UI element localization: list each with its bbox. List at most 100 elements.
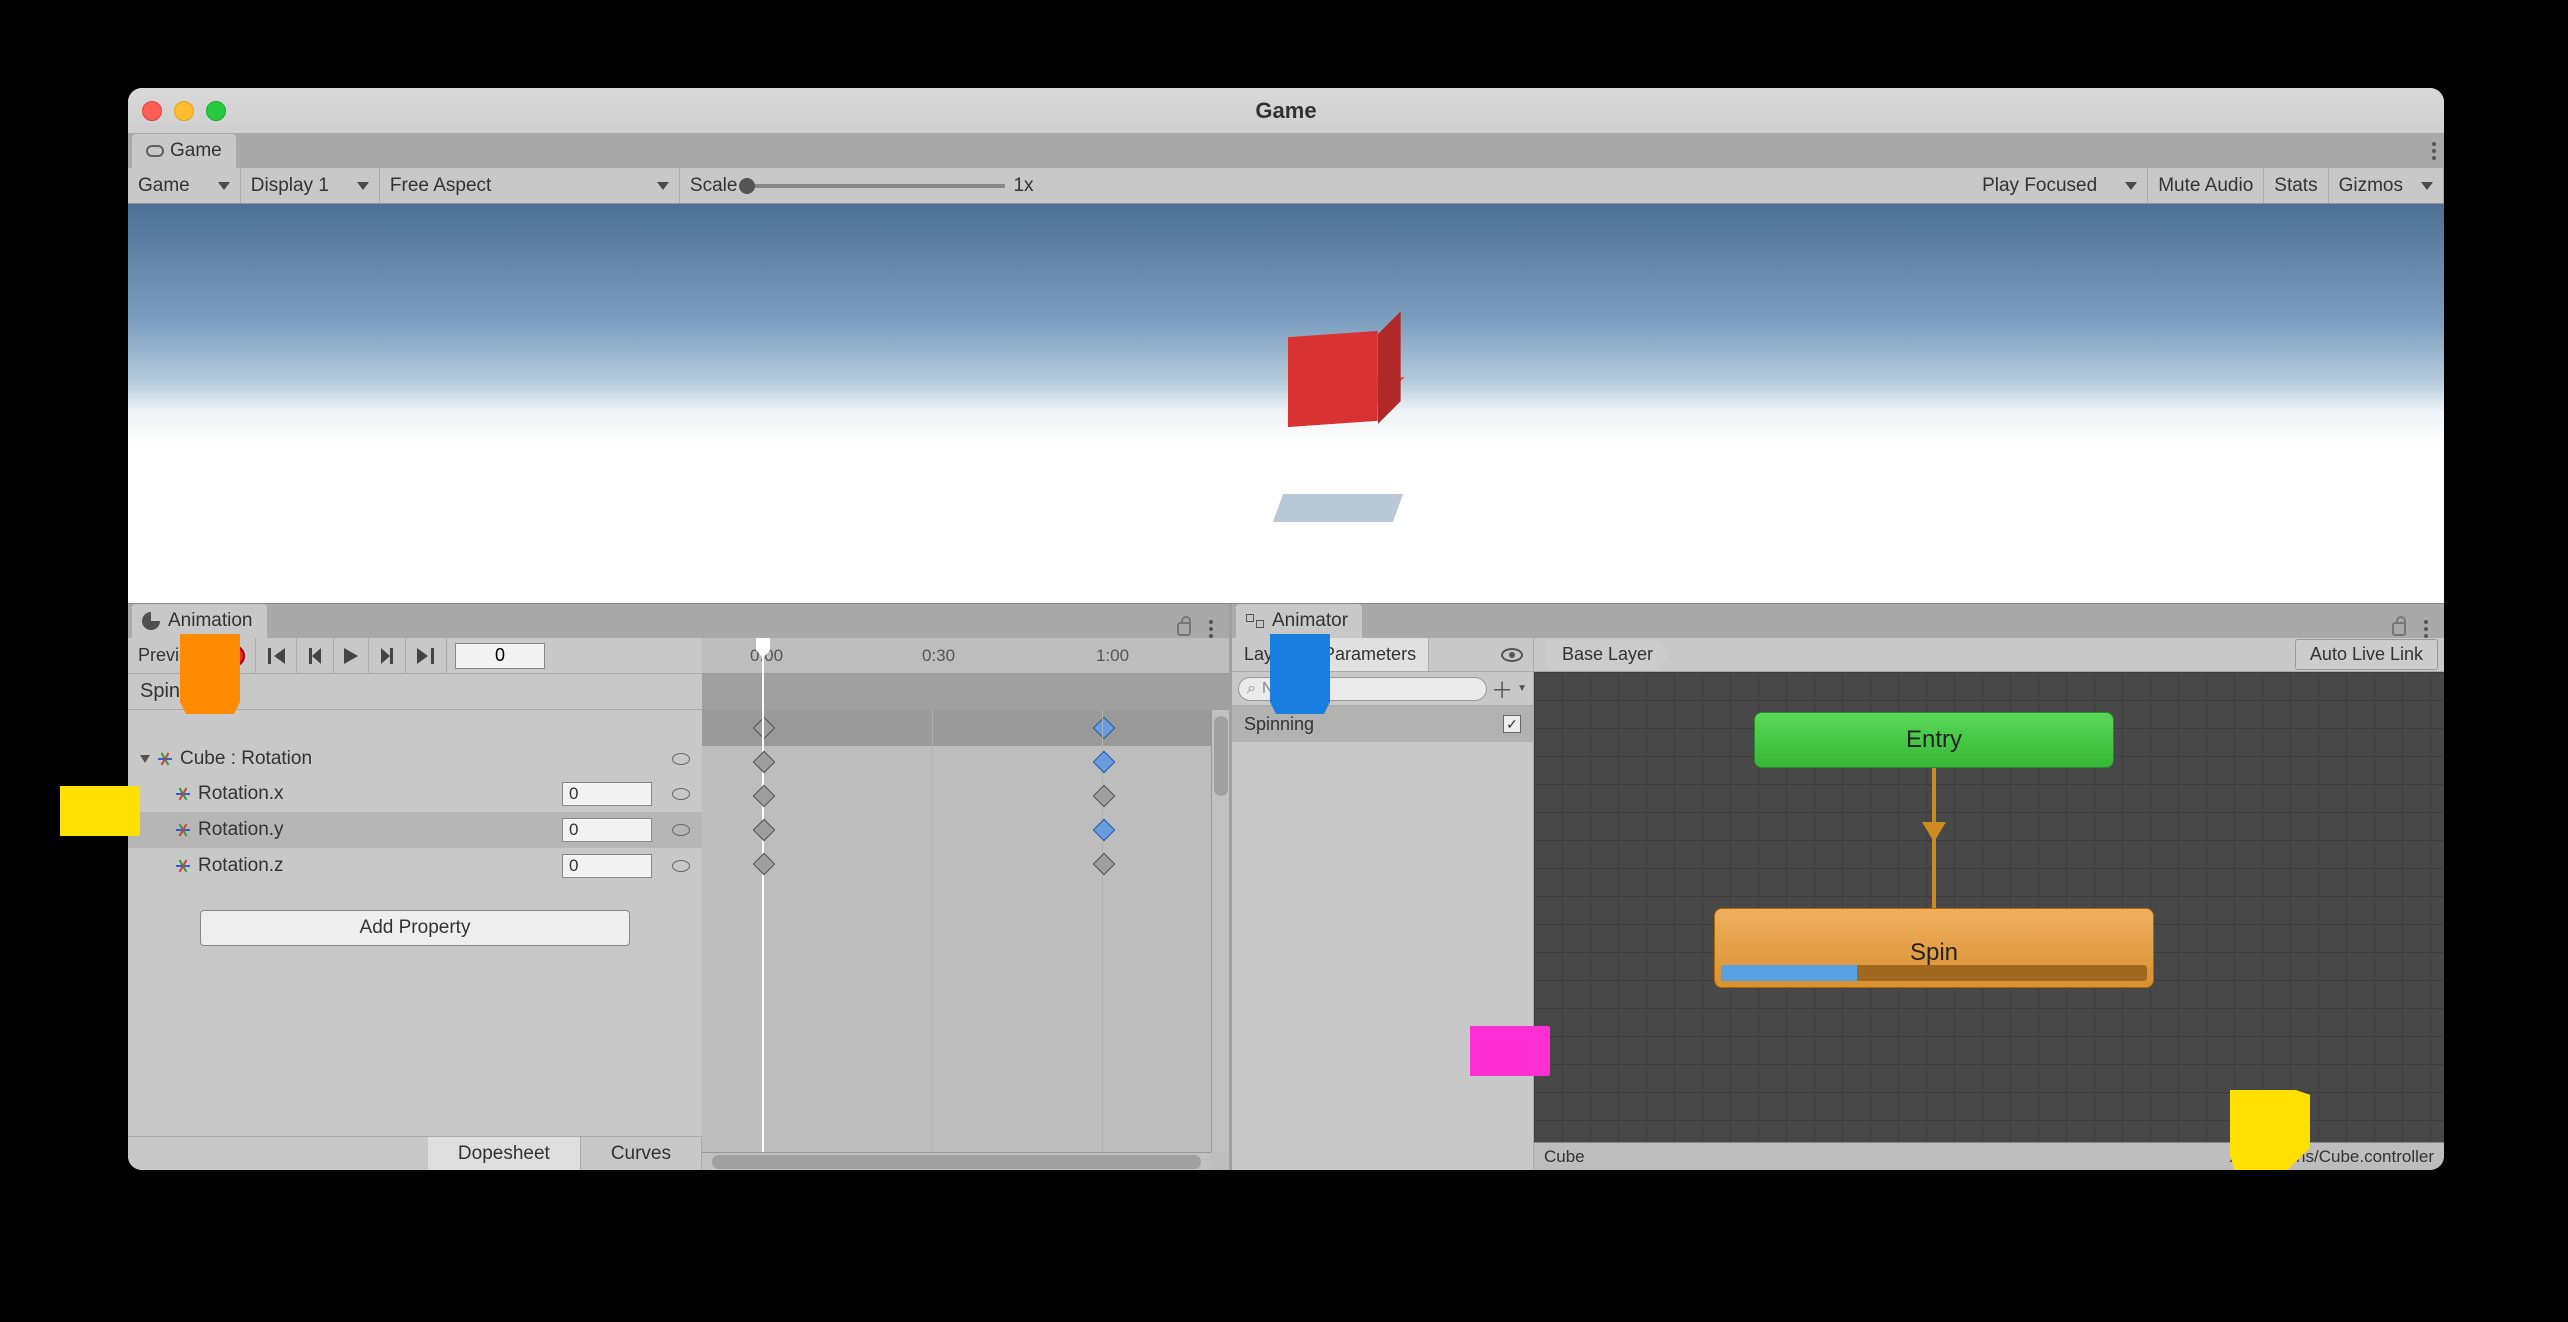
titlebar: Game (128, 88, 2444, 134)
auto-live-link-toggle[interactable]: Auto Live Link (2295, 639, 2438, 670)
curve-indicator-icon[interactable] (672, 753, 690, 765)
keyframe[interactable] (1093, 853, 1116, 876)
event-track[interactable] (702, 674, 1229, 710)
close-window-button[interactable] (142, 101, 162, 121)
transform-icon (158, 752, 172, 766)
play-button[interactable] (334, 638, 369, 673)
state-progress-track (1721, 965, 2147, 981)
animator-icon (1246, 614, 1264, 628)
timeline-ruler[interactable]: 0:00 0:30 1:00 (702, 638, 1229, 674)
scale-slider[interactable] (745, 184, 1005, 188)
last-frame-button[interactable] (406, 638, 447, 673)
first-frame-button[interactable] (256, 638, 297, 673)
curve-indicator-icon[interactable] (672, 824, 690, 836)
breadcrumb-base-layer[interactable]: Base Layer (1546, 640, 1669, 669)
parameter-sidebar: ⌕ Name ＋ ▼ Spinning ✓ (1232, 672, 1534, 1170)
chevron-down-icon (2125, 182, 2137, 190)
animator-panel: Animator Layers Parameters Base Layer Au… (1232, 604, 2444, 1170)
transform-icon (176, 859, 190, 873)
mute-audio-toggle[interactable]: Mute Audio (2148, 168, 2264, 203)
chevron-down-icon (218, 182, 230, 190)
game-toolbar: Game Display 1 Free Aspect Scale 1x Play… (128, 168, 2444, 204)
current-frame-input[interactable] (455, 643, 545, 669)
tab-curves[interactable]: Curves (581, 1137, 702, 1170)
view-dropdown[interactable]: Game (128, 168, 241, 203)
chevron-down-icon (357, 182, 369, 190)
cube-object (1288, 334, 1378, 424)
state-entry-node[interactable]: Entry (1754, 712, 2114, 768)
property-rotation-z[interactable]: Rotation.z 0 (128, 848, 702, 884)
lock-icon[interactable] (2392, 622, 2406, 636)
visibility-toggle[interactable] (1491, 638, 1533, 671)
panel-menu-icon[interactable] (1201, 620, 1221, 638)
game-tabstrip: Game (128, 134, 2444, 168)
property-list: Cube : Rotation Rotation.x 0 Rotation.y … (128, 710, 702, 1170)
gizmos-dropdown[interactable]: Gizmos (2329, 168, 2444, 203)
keyframe[interactable] (753, 785, 776, 808)
gamepad-icon (146, 145, 164, 157)
keyframe[interactable] (753, 751, 776, 774)
tab-game-label: Game (170, 140, 222, 162)
horizontal-scrollbar[interactable] (702, 1152, 1211, 1170)
dope-tabs: Dopesheet Curves (128, 1136, 702, 1170)
vertical-scrollbar[interactable] (1211, 710, 1229, 1152)
panel-menu-icon[interactable] (2424, 142, 2444, 160)
property-rotation-x[interactable]: Rotation.x 0 (128, 776, 702, 812)
tab-animation[interactable]: Animation (132, 604, 267, 638)
chevron-down-icon (657, 182, 669, 190)
next-key-button[interactable] (369, 638, 406, 673)
keyframe[interactable] (753, 819, 776, 842)
prev-key-icon (307, 648, 323, 664)
breadcrumb: Base Layer Auto Live Link (1534, 638, 2444, 671)
property-rotation-y[interactable]: Rotation.y 0 (128, 812, 702, 848)
search-icon: ⌕ (1247, 680, 1256, 698)
prev-key-button[interactable] (297, 638, 334, 673)
property-value-input[interactable]: 0 (562, 818, 652, 842)
animator-tabstrip: Animator (1232, 604, 2444, 638)
play-mode-dropdown[interactable]: Play Focused (1972, 168, 2148, 203)
keyframe-selected[interactable] (1093, 751, 1116, 774)
skip-start-icon (266, 648, 286, 664)
lock-icon[interactable] (1177, 622, 1191, 636)
playhead[interactable] (762, 638, 764, 1170)
play-icon (344, 648, 358, 664)
chevron-down-icon (2421, 182, 2433, 190)
chevron-down-icon: ▼ (1517, 683, 1527, 694)
curve-indicator-icon[interactable] (672, 860, 690, 872)
curve-indicator-icon[interactable] (672, 788, 690, 800)
dopesheet-timeline[interactable]: 0:00 0:30 1:00 (702, 710, 1229, 1170)
window-title: Game (128, 98, 2444, 124)
minimize-window-button[interactable] (174, 101, 194, 121)
state-spin-node[interactable]: Spin (1714, 908, 2154, 988)
keyframe[interactable] (753, 853, 776, 876)
parameter-checkbox[interactable]: ✓ (1503, 715, 1521, 733)
aspect-dropdown[interactable]: Free Aspect (380, 168, 680, 203)
transition-arrow-icon (1922, 822, 1946, 842)
add-property-button[interactable]: Add Property (200, 910, 630, 946)
eye-icon (1501, 648, 1523, 662)
animation-tabstrip: Animation (128, 604, 1229, 638)
cube-shadow (1273, 494, 1403, 522)
display-dropdown[interactable]: Display 1 (241, 168, 380, 203)
tab-animator[interactable]: Animator (1236, 604, 1362, 638)
stats-toggle[interactable]: Stats (2264, 168, 2328, 203)
transform-icon (176, 823, 190, 837)
state-progress-fill (1721, 965, 1857, 981)
tab-dopesheet[interactable]: Dopesheet (428, 1137, 581, 1170)
tab-game[interactable]: Game (132, 134, 236, 168)
property-value-input[interactable]: 0 (562, 854, 652, 878)
maximize-window-button[interactable] (206, 101, 226, 121)
skip-end-icon (416, 648, 436, 664)
traffic-lights (142, 101, 226, 121)
game-viewport (128, 204, 2444, 604)
add-parameter-button[interactable]: ＋ (1487, 673, 1517, 705)
property-value-input[interactable]: 0 (562, 782, 652, 806)
keyframe-selected[interactable] (1093, 819, 1116, 842)
property-group-rotation[interactable]: Cube : Rotation (128, 742, 702, 776)
panel-menu-icon[interactable] (2416, 620, 2436, 638)
scale-control[interactable]: Scale 1x (680, 168, 1044, 203)
keyframe[interactable] (1093, 785, 1116, 808)
animation-panel: Animation Preview (128, 604, 1232, 1170)
animation-icon (142, 612, 160, 630)
foldout-open-icon (140, 755, 150, 763)
